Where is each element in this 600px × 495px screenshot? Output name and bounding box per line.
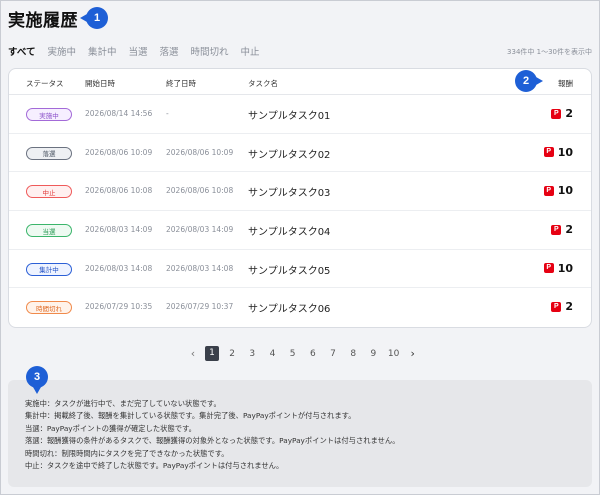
table-row[interactable]: 当選 2026/08/03 14:09 2026/08/03 14:09 サンプルタス… <box>9 211 591 250</box>
paypay-icon: P <box>543 147 554 158</box>
paypay-icon: P <box>543 263 554 274</box>
filter-tab[interactable]: 当選 <box>129 44 148 58</box>
reward: P2 <box>551 107 573 120</box>
filter-tab[interactable]: 実施中 <box>47 44 76 58</box>
status-badge: 落選 <box>26 146 72 160</box>
reward: P2 <box>551 223 573 236</box>
page-number[interactable]: 8 <box>343 349 363 359</box>
table-header: ステータス 開始日時 終了日時 タスク名 報酬 <box>9 69 591 95</box>
notes-list: 実施中：タスクが進行中で、まだ完了していない状態です。集計中：掲載終了後、報酬を… <box>25 398 400 472</box>
table-row[interactable]: 落選 2026/08/06 10:09 2026/08/06 10:09 サンプルタス… <box>9 134 591 173</box>
page-number[interactable]: 3 <box>242 349 262 359</box>
reward: P2 <box>551 300 573 313</box>
status-badge: 当選 <box>26 224 72 238</box>
reward: P 10 <box>543 145 573 159</box>
annotation-badge-3: 3 <box>26 366 48 394</box>
status-badge: 中止 <box>26 185 72 199</box>
end-datetime: 2026/07/29 10:37 <box>166 302 234 312</box>
start-datetime: 2026/07/29 10:35 <box>85 302 153 312</box>
task-name[interactable]: サンプルタスク05 <box>248 262 330 277</box>
page-title: 実施履歴 <box>8 11 78 31</box>
header-status: ステータス <box>26 79 64 88</box>
table-row[interactable]: 時間切れ 2026/07/29 10:35 2026/07/29 10:37 サンプル… <box>9 288 591 327</box>
filter-tab[interactable]: すべて <box>8 44 35 58</box>
annotation-badge-2: 2 <box>515 70 543 92</box>
filter-tab[interactable]: 中止 <box>241 44 260 58</box>
filter-tab[interactable]: 時間切れ <box>191 44 229 58</box>
reward-value: 2 <box>565 107 573 120</box>
page-number[interactable]: 9 <box>363 349 383 359</box>
note-line: 当選：PayPayポイントの獲得が確定した状態です。 <box>25 423 196 433</box>
note-line: 落選：報酬獲得の条件があるタスクで、報酬獲得の対象外となった状態です。PayPa… <box>25 436 400 446</box>
reward-value: 10 <box>557 261 573 275</box>
note-line: 時間切れ：制限時間内にタスクを完了できなかった状態です。 <box>25 448 229 458</box>
reward-value: 2 <box>565 300 573 314</box>
filter-tab[interactable]: 落選 <box>160 44 179 58</box>
reward-value: 10 <box>557 145 573 159</box>
task-name[interactable]: サンプルタスク01 <box>248 107 330 122</box>
start-datetime: 2026/08/14 14:56 <box>85 109 153 118</box>
end-datetime: 2026/08/03 14:08 <box>166 263 234 273</box>
page-number[interactable]: 5 <box>283 349 303 359</box>
task-name[interactable]: サンプルタスク02 <box>248 146 330 161</box>
start-datetime: 2026/08/03 14:09 <box>85 225 153 235</box>
paypay-icon: P <box>551 108 562 119</box>
start-datetime: 2026/08/06 10:09 <box>85 147 153 157</box>
status-notes: 実施中：タスクが進行中で、まだ完了していない状態です。集計中：掲載終了後、報酬を… <box>8 380 592 487</box>
end-datetime: 2026/08/06 10:09 <box>166 147 234 157</box>
task-name[interactable]: サンプルタスク06 <box>248 300 330 315</box>
note-line: 実施中：タスクが進行中で、まだ完了していない状態です。 <box>25 399 221 408</box>
paypay-icon: P <box>543 185 554 196</box>
table-row[interactable]: 実施中 2026/08/14 14:56 - サンプルタスク01 P 2 <box>9 95 591 134</box>
page-number[interactable]: 2 <box>222 349 242 359</box>
note-line: 集計中：掲載終了後、報酬を集計している状態です。集計完了後、PayPayポイント… <box>25 411 356 421</box>
filter-tabs: すべて 実施中 集計中 当選 落選 時間切れ 中止 <box>8 44 272 58</box>
annotation-badge-1: 1 <box>80 7 108 29</box>
end-datetime: 2026/08/06 10:08 <box>166 186 234 196</box>
note-line: 中止：タスクを途中で終了した状態です。PayPayポイントは付与されません。 <box>25 461 284 471</box>
page-number[interactable]: 6 <box>303 349 323 359</box>
header-task: タスク名 <box>248 79 278 88</box>
history-table: ステータス 開始日時 終了日時 タスク名 報酬 実施中 2026/08/14 14… <box>8 68 592 328</box>
end-datetime: 2026/08/03 14:09 <box>166 225 234 235</box>
result-count: 334件中 1〜30件を表示中 <box>507 48 592 56</box>
page-number[interactable]: 1 <box>205 346 219 361</box>
end-datetime: - <box>166 109 169 118</box>
page-number[interactable]: 10 <box>384 349 404 359</box>
header-start: 開始日時 <box>85 79 115 88</box>
reward-value: 10 <box>557 184 573 198</box>
header-reward: 報酬 <box>558 79 573 88</box>
table-row[interactable]: 中止 2026/08/06 10:08 2026/08/06 10:08 サンプルタス… <box>9 172 591 212</box>
prev-page-icon[interactable]: ‹ <box>184 347 202 360</box>
reward: P 10 <box>543 261 573 275</box>
paypay-icon: P <box>551 301 562 312</box>
reward-value: 2 <box>565 223 573 237</box>
pagination: ‹ 1 2 3 4 5 6 7 8 9 10 › <box>184 346 422 361</box>
status-badge: 時間切れ <box>26 301 72 315</box>
task-name[interactable]: サンプルタスク04 <box>248 223 330 238</box>
page-number[interactable]: 4 <box>262 349 282 359</box>
table-body: 実施中 2026/08/14 14:56- サンプルタスク01 P 2 落選 2026/08… <box>9 95 591 327</box>
header-end: 終了日時 <box>166 79 196 88</box>
next-page-icon[interactable]: › <box>404 347 422 360</box>
page-number[interactable]: 7 <box>323 349 343 359</box>
start-datetime: 2026/08/03 14:08 <box>85 263 153 273</box>
table-row[interactable]: 集計中 2026/08/03 14:08 2026/08/03 14:08 サンプルタ… <box>9 250 591 289</box>
task-name[interactable]: サンプルタスク03 <box>248 184 330 199</box>
start-datetime: 2026/08/06 10:08 <box>85 186 153 196</box>
paypay-icon: P <box>551 224 562 235</box>
status-badge: 実施中 <box>26 108 72 121</box>
filter-tab[interactable]: 集計中 <box>88 44 117 58</box>
status-badge: 集計中 <box>26 262 72 276</box>
reward: P 10 <box>543 184 573 198</box>
